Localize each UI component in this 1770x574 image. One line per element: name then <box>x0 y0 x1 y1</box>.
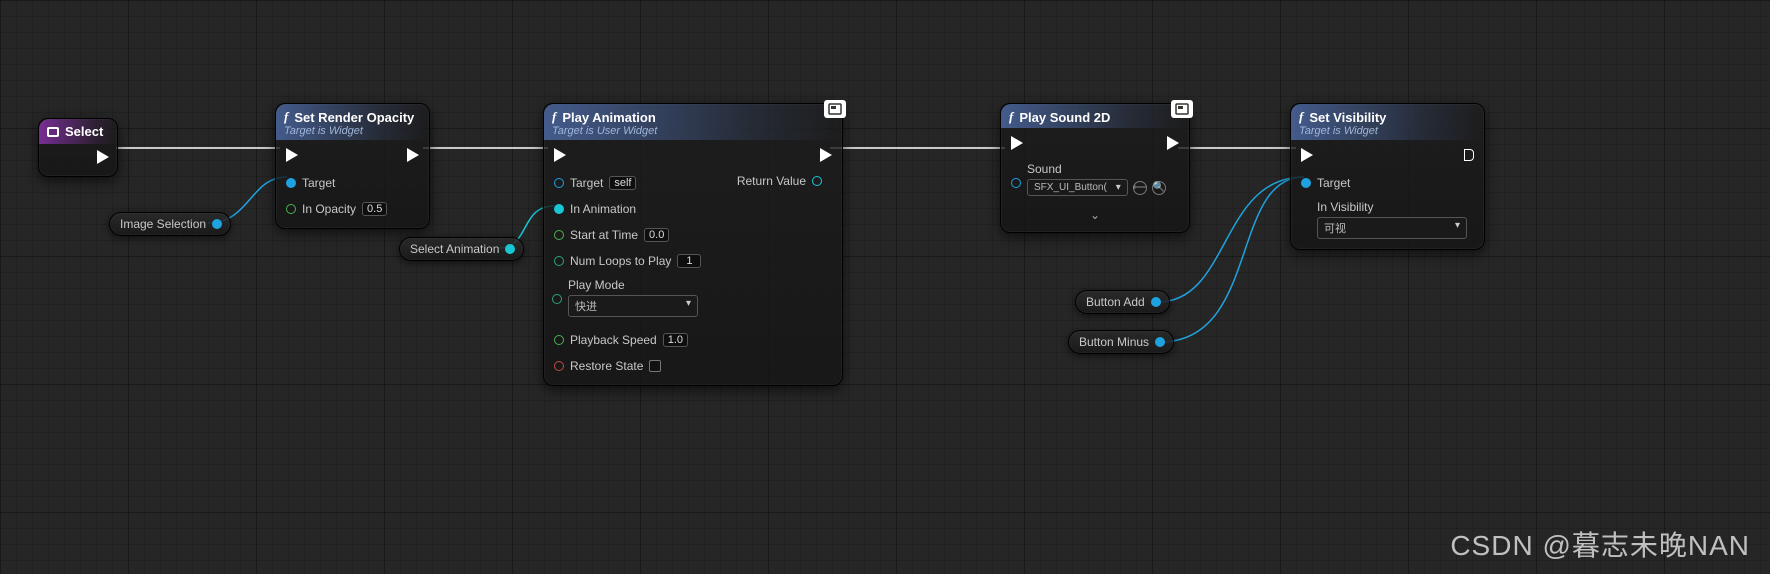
var-out-pin[interactable] <box>505 244 515 254</box>
restore-state-checkbox[interactable] <box>649 360 661 372</box>
widget-corner-icon <box>1171 100 1193 118</box>
watermark: CSDN @暮志未晚NAN <box>1450 524 1750 564</box>
node-select[interactable]: Select <box>38 118 118 177</box>
function-icon: f <box>1299 109 1303 125</box>
pin-in-opacity[interactable] <box>286 204 296 214</box>
var-out-pin[interactable] <box>1155 337 1165 347</box>
exec-in-pin[interactable] <box>1011 136 1023 150</box>
var-button-add[interactable]: Button Add <box>1075 290 1170 314</box>
widget-corner-icon <box>824 100 846 118</box>
sound-asset-select[interactable]: SFX_UI_Button( <box>1027 179 1128 196</box>
exec-out-pin[interactable] <box>97 150 109 164</box>
pin-start-at-time[interactable] <box>554 230 564 240</box>
var-out-pin[interactable] <box>1151 297 1161 307</box>
var-select-animation[interactable]: Select Animation <box>399 237 524 261</box>
node-play-animation[interactable]: fPlay Animation Target is User Widget Ta… <box>543 103 843 386</box>
use-selected-asset-icon[interactable]: ⟵ <box>1133 181 1147 195</box>
pin-target[interactable] <box>554 178 564 188</box>
node-set-visibility[interactable]: fSet Visibility Target is Widget Target … <box>1290 103 1485 250</box>
expand-node-icon[interactable]: ⌄ <box>1011 204 1179 222</box>
target-value[interactable]: self <box>609 176 636 190</box>
browse-asset-icon[interactable]: 🔍 <box>1152 181 1166 195</box>
node-subtitle: Target is Widget <box>1299 125 1476 137</box>
function-icon: f <box>552 109 556 125</box>
var-button-minus[interactable]: Button Minus <box>1068 330 1174 354</box>
in-opacity-value[interactable]: 0.5 <box>362 202 387 216</box>
pin-return-value[interactable] <box>812 176 822 186</box>
pin-target[interactable] <box>1301 178 1311 188</box>
pin-restore-state[interactable] <box>554 361 564 371</box>
select-icon <box>47 127 59 137</box>
node-subtitle: Target is User Widget <box>552 125 834 137</box>
function-icon: f <box>1009 109 1013 125</box>
var-out-pin[interactable] <box>212 219 222 229</box>
node-subtitle: Target is Widget <box>284 125 421 137</box>
node-set-render-opacity[interactable]: fSet Render Opacity Target is Widget Tar… <box>275 103 430 229</box>
in-visibility-select[interactable]: 可视 <box>1317 217 1467 239</box>
playback-speed-value[interactable]: 1.0 <box>663 333 688 347</box>
pin-target[interactable] <box>286 178 296 188</box>
node-play-sound-2d[interactable]: fPlay Sound 2D Sound SFX_UI_Button( ⟵ 🔍 … <box>1000 103 1190 233</box>
node-title: Play Animation <box>562 110 655 125</box>
play-mode-select[interactable]: 快进 <box>568 295 698 317</box>
exec-out-pin[interactable] <box>1464 149 1474 161</box>
pin-num-loops[interactable] <box>554 256 564 266</box>
node-title: Set Visibility <box>1309 110 1386 125</box>
exec-in-pin[interactable] <box>1301 148 1313 162</box>
pin-playback-speed[interactable] <box>554 335 564 345</box>
pin-in-animation[interactable] <box>554 204 564 214</box>
exec-out-pin[interactable] <box>407 148 419 162</box>
exec-in-pin[interactable] <box>286 148 298 162</box>
exec-out-pin[interactable] <box>820 148 832 162</box>
start-at-value[interactable]: 0.0 <box>644 228 669 242</box>
function-icon: f <box>284 109 288 125</box>
node-title: Set Render Opacity <box>294 110 414 125</box>
node-title: Play Sound 2D <box>1019 110 1110 125</box>
var-image-selection[interactable]: Image Selection <box>109 212 231 236</box>
pin-sound[interactable] <box>1011 178 1021 188</box>
num-loops-value[interactable]: 1 <box>677 254 701 268</box>
pin-play-mode[interactable] <box>552 294 562 304</box>
node-title: Select <box>65 124 103 139</box>
exec-out-pin[interactable] <box>1167 136 1179 150</box>
exec-in-pin[interactable] <box>554 148 566 162</box>
